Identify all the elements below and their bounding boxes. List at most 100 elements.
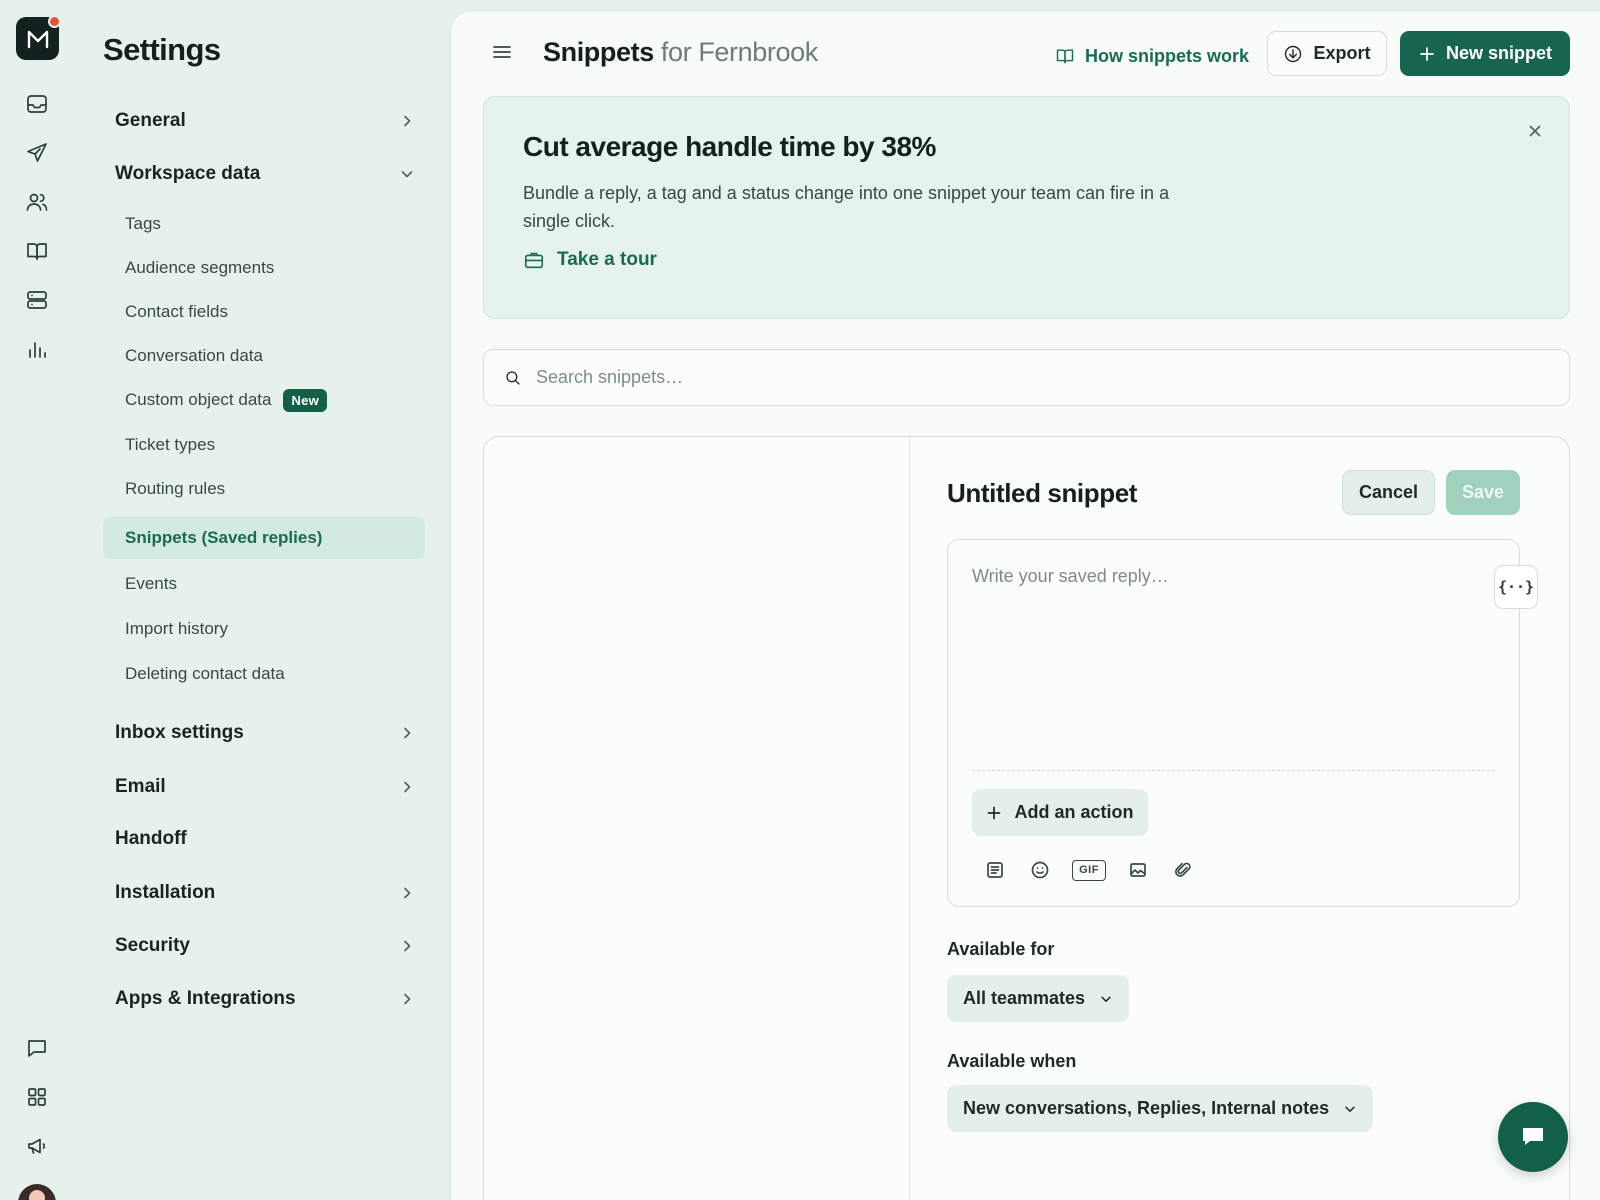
sidebar-item-snippets[interactable]: Snippets (Saved replies)	[103, 517, 425, 559]
book-icon[interactable]	[22, 236, 52, 266]
available-for-dropdown[interactable]: All teammates	[947, 975, 1130, 1022]
sidebar-item-label: Contact fields	[125, 302, 228, 321]
add-action-button[interactable]: Add an action	[972, 789, 1148, 836]
cancel-button[interactable]: Cancel	[1342, 470, 1435, 515]
search-input[interactable]	[536, 367, 1436, 388]
chevron-right-icon	[404, 727, 411, 739]
sidebar-section-workspace-data[interactable]: Workspace data	[103, 154, 425, 194]
page-title: Snippets for Fernbrook	[543, 37, 818, 68]
promo-banner: Cut average handle time by 38% Bundle a …	[483, 96, 1570, 319]
new-snippet-button[interactable]: New snippet	[1400, 31, 1570, 76]
promo-title: Cut average handle time by 38%	[523, 131, 936, 162]
app-rail	[0, 0, 75, 1200]
download-icon	[1285, 45, 1302, 62]
available-when-label: Available when	[947, 1051, 1077, 1071]
reply-textarea[interactable]	[972, 566, 1472, 736]
sidebar-section-security[interactable]: Security	[103, 926, 425, 966]
sidebar-item-events[interactable]: Events	[103, 563, 425, 605]
chevron-right-icon	[404, 781, 411, 793]
save-button[interactable]: Save	[1446, 470, 1520, 515]
sidebar-item-label: Snippets (Saved replies)	[125, 528, 323, 547]
reports-icon[interactable]	[22, 334, 52, 364]
briefcase-icon	[524, 252, 544, 269]
sidebar-section-label: Handoff	[115, 828, 187, 849]
sidebar-item-custom-object-data[interactable]: Custom object data New	[103, 379, 425, 421]
plus-icon	[1420, 46, 1434, 61]
gif-label: GIF	[1072, 859, 1106, 881]
sidebar-section-inbox-settings[interactable]: Inbox settings	[103, 713, 425, 753]
plus-icon	[988, 806, 1001, 819]
available-when-value: New conversations, Replies, Internal not…	[963, 1098, 1330, 1118]
app-logo[interactable]	[16, 15, 61, 60]
available-when-dropdown[interactable]: New conversations, Replies, Internal not…	[947, 1085, 1374, 1132]
sidebar-section-installation[interactable]: Installation	[103, 873, 425, 913]
chevron-down-icon	[1101, 996, 1111, 1002]
sidebar-item-label: Routing rules	[125, 479, 226, 498]
notification-dot	[48, 15, 61, 28]
search-bar	[483, 349, 1570, 406]
sidebar-item-conversation-data[interactable]: Conversation data	[103, 335, 425, 377]
sidebar-item-label: Ticket types	[125, 435, 216, 454]
chat-bubble-icon[interactable]	[22, 1033, 52, 1063]
gif-icon[interactable]: GIF	[1071, 858, 1107, 882]
sidebar-item-deleting-contact-data[interactable]: Deleting contact data	[103, 653, 425, 695]
database-icon[interactable]	[22, 285, 52, 315]
sidebar-section-apps-integrations[interactable]: Apps & Integrations	[103, 979, 425, 1019]
user-avatar[interactable]	[18, 1184, 56, 1200]
available-for-value: All teammates	[963, 988, 1086, 1008]
logo-mark-icon	[27, 30, 48, 48]
settings-sidebar: Settings General Workspace data Tags Aud…	[75, 0, 450, 1200]
composer-toolbar: GIF	[981, 858, 1197, 882]
chevron-down-icon	[1345, 1106, 1355, 1112]
sidebar-item-ticket-types[interactable]: Ticket types	[103, 424, 425, 466]
attachment-icon[interactable]	[1169, 858, 1197, 882]
close-icon[interactable]	[1527, 123, 1543, 139]
send-icon[interactable]	[22, 138, 52, 168]
main-panel: Snippets for Fernbrook How snippets work…	[450, 10, 1600, 1200]
chevron-right-icon	[404, 115, 411, 127]
page-title-workspace: for Fernbrook	[660, 37, 818, 67]
take-a-tour-link[interactable]: Take a tour	[523, 249, 657, 271]
sidebar-section-label: Inbox settings	[115, 722, 244, 743]
sidebar-item-label: Tags	[125, 214, 161, 233]
contacts-icon[interactable]	[22, 187, 52, 217]
new-badge: New	[283, 388, 328, 412]
sidebar-section-general[interactable]: General	[103, 101, 425, 141]
sidebar-item-label: Events	[125, 574, 177, 593]
sidebar-section-email[interactable]: Email	[103, 767, 425, 807]
export-label: Export	[1313, 43, 1371, 63]
sidebar-item-label: Import history	[125, 619, 228, 638]
sidebar-section-handoff[interactable]: Handoff	[103, 819, 425, 859]
chat-launcher-button[interactable]	[1498, 1102, 1568, 1172]
menu-icon[interactable]	[491, 41, 513, 63]
page-title-main: Snippets	[543, 37, 654, 67]
sidebar-item-tags[interactable]: Tags	[103, 203, 425, 245]
chevron-right-icon	[404, 940, 411, 952]
divider	[972, 770, 1495, 771]
export-button[interactable]: Export	[1267, 31, 1387, 76]
chevron-right-icon	[404, 887, 411, 899]
new-snippet-label: New snippet	[1445, 43, 1552, 63]
article-icon[interactable]	[981, 858, 1009, 882]
chevron-down-icon	[401, 171, 413, 178]
sidebar-section-label: Email	[115, 776, 166, 797]
insert-variable-button[interactable]: {··}	[1494, 565, 1538, 609]
how-snippets-work-link[interactable]: How snippets work	[1055, 41, 1249, 71]
megaphone-icon[interactable]	[22, 1131, 52, 1161]
sidebar-section-label: General	[115, 110, 186, 131]
snippet-title[interactable]: Untitled snippet	[947, 478, 1137, 509]
sidebar-item-routing-rules[interactable]: Routing rules	[103, 468, 425, 510]
apps-grid-icon[interactable]	[22, 1082, 52, 1112]
emoji-icon[interactable]	[1026, 858, 1054, 882]
inbox-icon[interactable]	[22, 89, 52, 119]
reply-editor: Add an action GIF	[947, 539, 1520, 907]
available-for-label: Available for	[947, 939, 1055, 959]
how-snippets-work-label: How snippets work	[1085, 45, 1250, 66]
sidebar-item-audience-segments[interactable]: Audience segments	[103, 247, 425, 289]
sidebar-item-contact-fields[interactable]: Contact fields	[103, 291, 425, 333]
chevron-right-icon	[404, 993, 411, 1005]
image-icon[interactable]	[1124, 858, 1152, 882]
add-action-label: Add an action	[1014, 802, 1134, 822]
promo-body: Bundle a reply, a tag and a status chang…	[523, 183, 1170, 231]
sidebar-item-import-history[interactable]: Import history	[103, 608, 425, 650]
